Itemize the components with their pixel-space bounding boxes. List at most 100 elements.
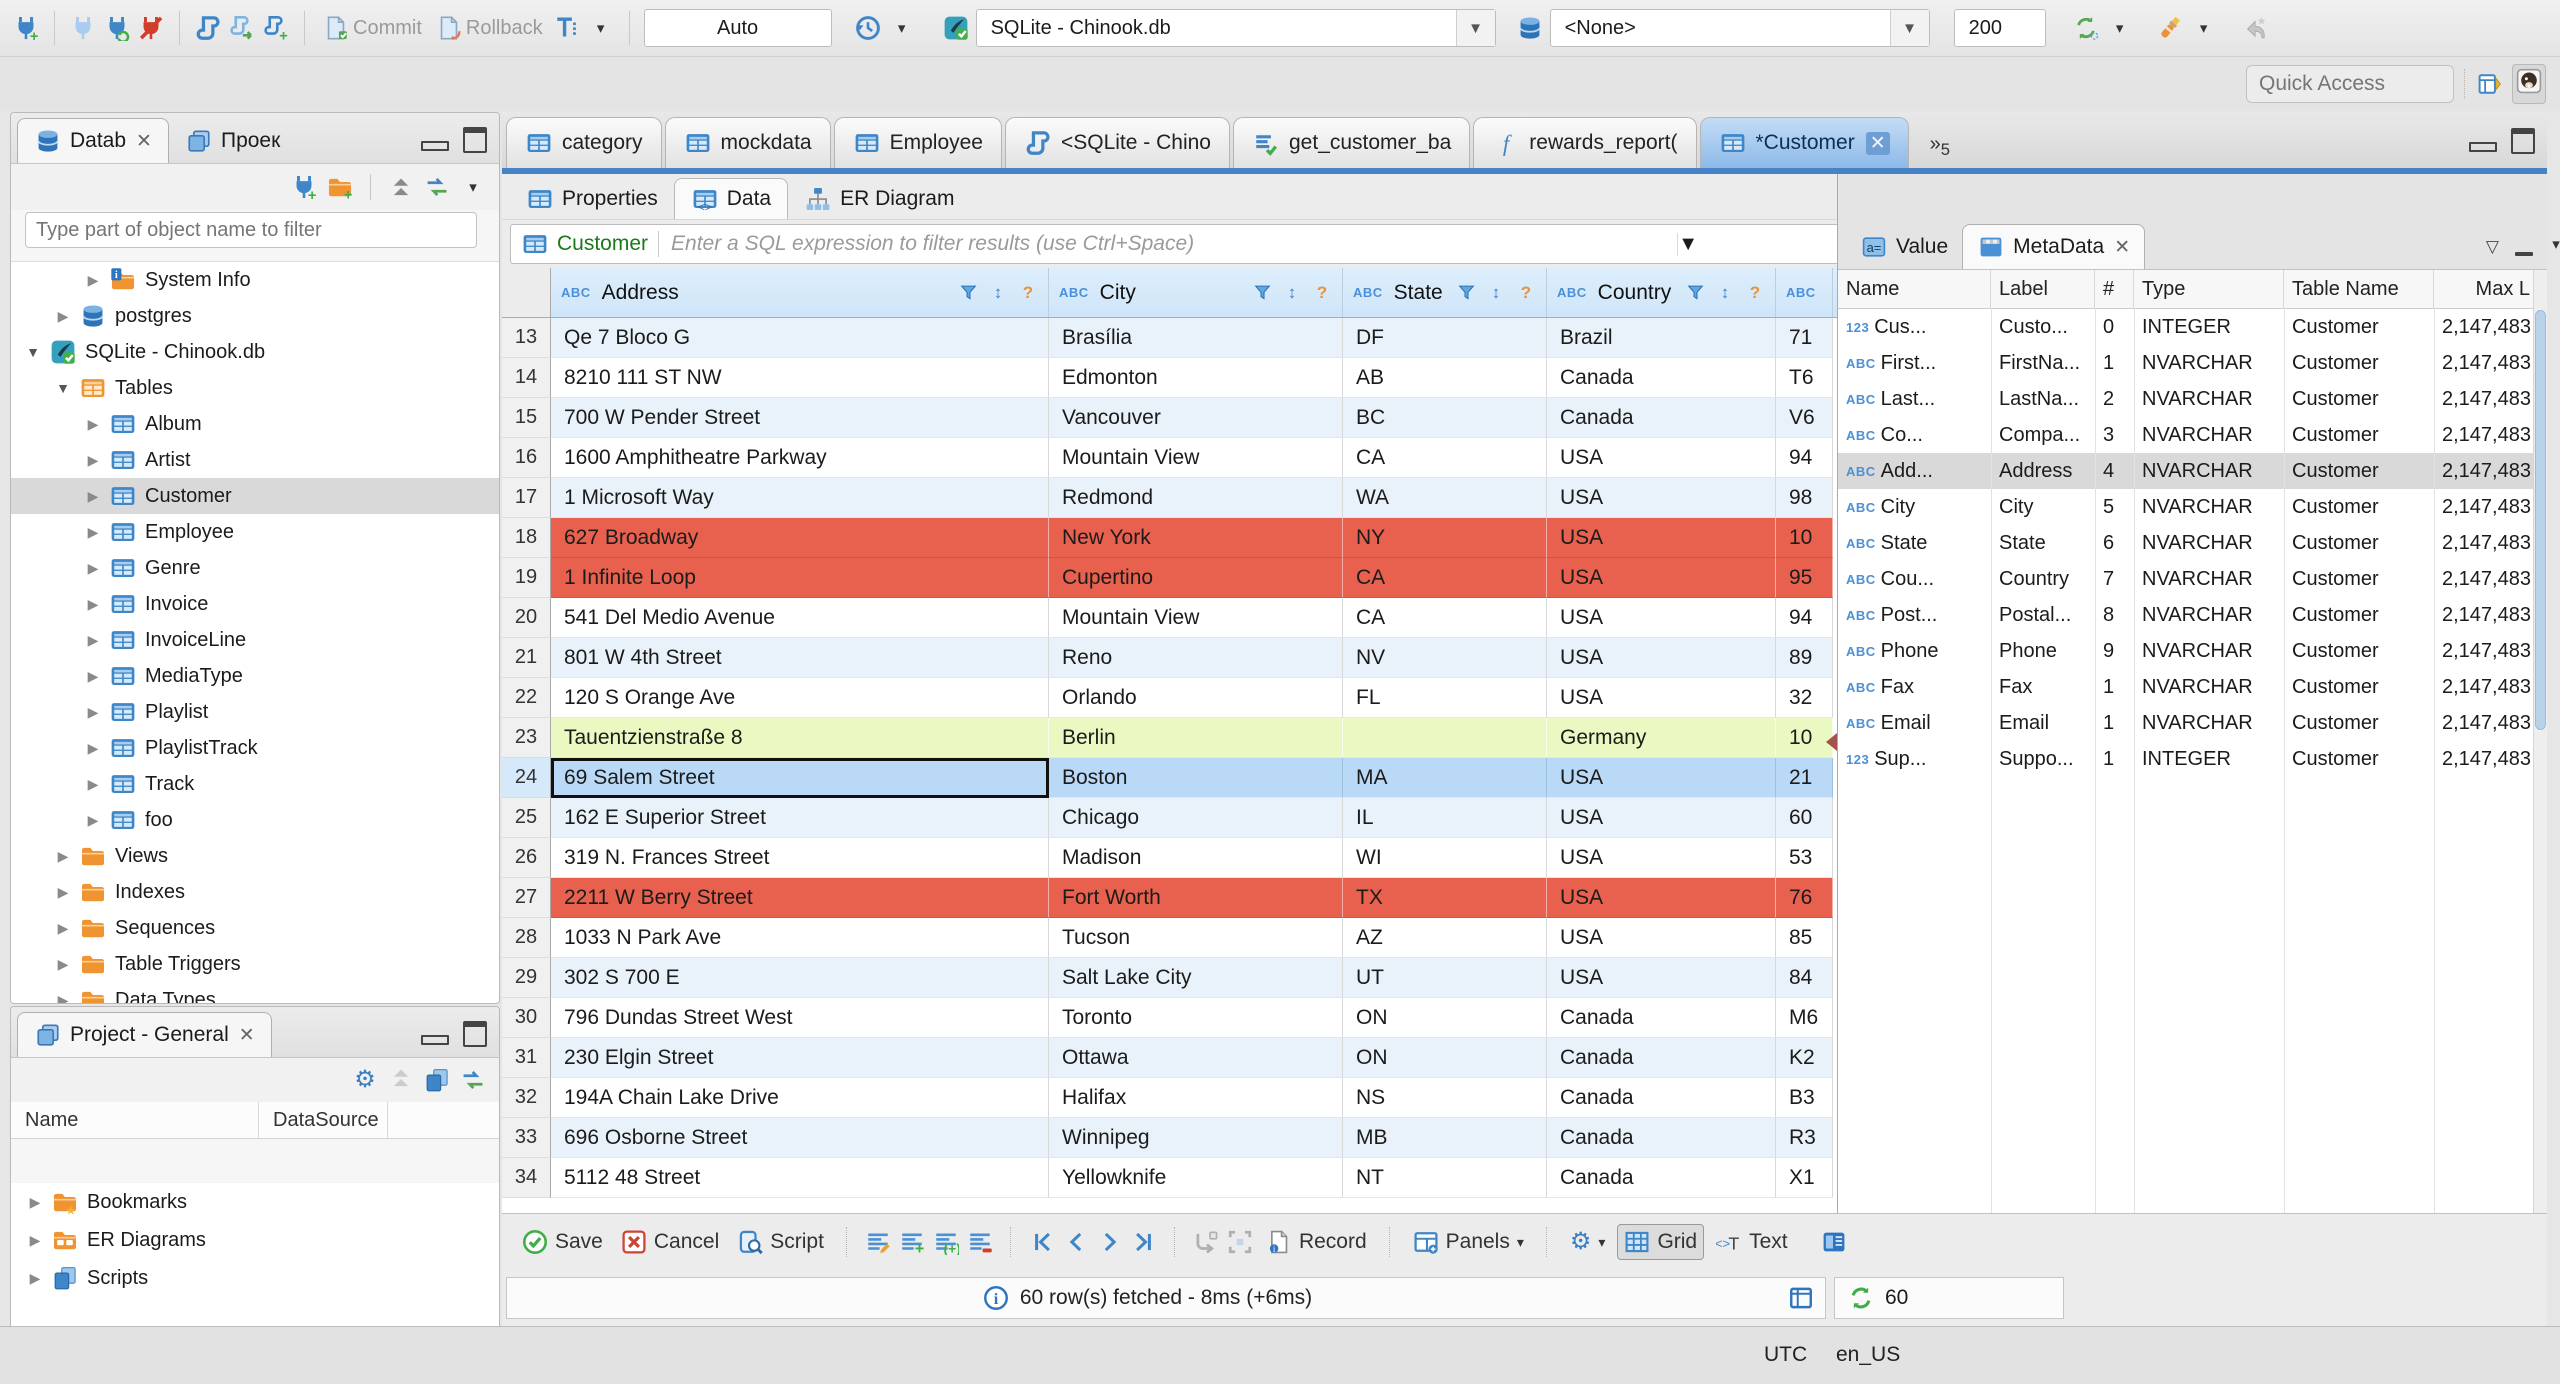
editor-tab-mockdata[interactable]: mockdata — [664, 117, 831, 168]
column-header-name[interactable]: Name — [11, 1102, 259, 1138]
transaction-mode-button[interactable] — [553, 14, 581, 42]
grid-cell[interactable]: USA — [1547, 918, 1776, 958]
grid-cell[interactable]: X1 — [1776, 1158, 1833, 1198]
grid-view-button[interactable]: Grid — [1617, 1224, 1705, 1260]
tree-item-employee[interactable]: ▶ Employee — [11, 514, 499, 550]
editor-tab-employee[interactable]: Employee — [833, 117, 1002, 168]
tree-expander-icon[interactable]: ▶ — [85, 776, 101, 793]
row-number[interactable]: 17 — [502, 478, 551, 518]
grid-cell[interactable]: 84 — [1776, 958, 1833, 998]
grid-cell[interactable]: Canada — [1547, 398, 1776, 438]
row-number[interactable]: 32 — [502, 1078, 551, 1118]
tree-item-invoiceline[interactable]: ▶ InvoiceLine — [11, 622, 499, 658]
grid-cell[interactable]: 94 — [1776, 438, 1833, 478]
fetch-count-box[interactable]: 60 — [1834, 1277, 2064, 1319]
grid-cell[interactable]: 627 Broadway — [551, 518, 1049, 558]
grid-cell[interactable]: Tucson — [1049, 918, 1343, 958]
grid-cell[interactable]: 696 Osborne Street — [551, 1118, 1049, 1158]
open-perspective-button[interactable] — [2476, 70, 2504, 98]
grid-cell[interactable]: 1033 N Park Ave — [551, 918, 1049, 958]
grid-cell[interactable]: 10 — [1776, 518, 1833, 558]
metadata-row-country[interactable]: ABC Cou... Country 7 NVARCHAR Customer 2,147,4… — [1838, 561, 2547, 597]
new-folder-button[interactable]: + — [326, 173, 354, 201]
subtab-properties[interactable]: Properties — [510, 179, 674, 219]
search-metadata-button[interactable] — [2156, 14, 2184, 42]
grid-cell[interactable]: AZ — [1343, 918, 1547, 958]
tree-expander-icon[interactable]: ▶ — [27, 1270, 43, 1287]
grid-cell[interactable]: 2211 W Berry Street — [551, 878, 1049, 918]
scrollbar-thumb[interactable] — [2535, 310, 2546, 730]
fetch-size-input[interactable]: 200 — [1953, 9, 2046, 47]
tree-item-table-triggers[interactable]: ▶ Table Triggers — [11, 946, 499, 982]
toggle-panel-button[interactable] — [1820, 1228, 1848, 1256]
grid-cell[interactable]: 10 — [1776, 718, 1833, 758]
grid-cell[interactable]: 98 — [1776, 478, 1833, 518]
tree-item-artist[interactable]: ▶ Artist — [11, 442, 499, 478]
grid-cell[interactable]: Toronto — [1049, 998, 1343, 1038]
connect-button[interactable] — [69, 14, 97, 42]
maximize-editor-button[interactable] — [2511, 128, 2535, 154]
grid-cell[interactable]: Canada — [1547, 1078, 1776, 1118]
commit-mode-select[interactable]: Auto — [643, 9, 832, 47]
tree-item-playlist[interactable]: ▶ Playlist — [11, 694, 499, 730]
grid-corner-cell[interactable] — [502, 268, 551, 317]
tree-item-data-types[interactable]: ▶ Data Types — [11, 982, 499, 1003]
auto-sync-button[interactable] — [2072, 14, 2100, 42]
tree-expander-icon[interactable]: ▶ — [85, 740, 101, 757]
tree-item-system-info[interactable]: ▶ i System Info — [11, 262, 499, 298]
grid-cell[interactable]: 94 — [1776, 598, 1833, 638]
column-header-datasource[interactable]: DataSource — [259, 1102, 388, 1138]
tree-expander-icon[interactable]: ▶ — [85, 272, 101, 289]
row-number[interactable]: 23 — [502, 718, 551, 758]
grid-cell[interactable]: USA — [1547, 838, 1776, 878]
metadata-row-postal[interactable]: ABC Post... Postal... 8 NVARCHAR Customer 2,14… — [1838, 597, 2547, 633]
grid-cell[interactable]: Berlin — [1049, 718, 1343, 758]
minimize-editor-button[interactable] — [2469, 142, 2497, 152]
link-with-editor-button[interactable] — [423, 173, 451, 201]
editor-tab-customer[interactable]: *Customer ✕ — [1699, 117, 1909, 168]
tree-item-genre[interactable]: ▶ Genre — [11, 550, 499, 586]
tree-expander-icon[interactable]: ▶ — [27, 1194, 43, 1211]
grid-cell[interactable]: Fort Worth — [1049, 878, 1343, 918]
collapse-button[interactable] — [387, 1064, 415, 1092]
grid-cell[interactable]: 801 W 4th Street — [551, 638, 1049, 678]
grid-cell[interactable]: K2 — [1776, 1038, 1833, 1078]
open-sql-script-button[interactable] — [228, 14, 256, 42]
grid-cell[interactable]: Edmonton — [1049, 358, 1343, 398]
new-sql-editor-button[interactable]: + — [262, 14, 290, 42]
grid-cell[interactable]: Redmond — [1049, 478, 1343, 518]
row-number[interactable]: 18 — [502, 518, 551, 558]
grid-cell[interactable]: ON — [1343, 1038, 1547, 1078]
row-number[interactable]: 31 — [502, 1038, 551, 1078]
minimize-panel-button[interactable] — [421, 1035, 449, 1045]
next-row-button[interactable] — [1096, 1228, 1124, 1256]
metadata-scrollbar[interactable] — [2533, 270, 2547, 1213]
grid-cell[interactable]: MA — [1343, 758, 1547, 798]
grid-cell[interactable]: V6 — [1776, 398, 1833, 438]
metadata-row-fax[interactable]: ABC Fax Fax 1 NVARCHAR Customer 2,147,483 — [1838, 669, 2547, 705]
grid-cell[interactable]: UT — [1343, 958, 1547, 998]
minimize-panel-button[interactable] — [2515, 252, 2533, 256]
transaction-log-button[interactable] — [854, 14, 882, 42]
tree-expander-icon[interactable]: ▶ — [85, 560, 101, 577]
metadata-row-state[interactable]: ABC State State 6 NVARCHAR Customer 2,147,483 — [1838, 525, 2547, 561]
close-icon[interactable]: ✕ — [2114, 236, 2130, 259]
tree-item-postgres[interactable]: ▶ postgres — [11, 298, 499, 334]
grid-cell[interactable]: Halifax — [1049, 1078, 1343, 1118]
grid-cell[interactable]: Winnipeg — [1049, 1118, 1343, 1158]
grid-cell[interactable]: USA — [1547, 598, 1776, 638]
grid-cell[interactable]: Reno — [1049, 638, 1343, 678]
row-number[interactable]: 26 — [502, 838, 551, 878]
text-view-button[interactable]: <> T Text — [1710, 1225, 1794, 1259]
row-number[interactable]: 16 — [502, 438, 551, 478]
column-header-address[interactable]: ABC Address ↕? — [551, 268, 1049, 317]
grid-cell[interactable]: Boston — [1049, 758, 1343, 798]
row-number[interactable]: 29 — [502, 958, 551, 998]
grid-cell[interactable]: Canada — [1547, 998, 1776, 1038]
grid-cell[interactable]: 60 — [1776, 798, 1833, 838]
new-connection-button[interactable]: + — [12, 14, 40, 42]
column-header-item[interactable]: # — [2095, 270, 2134, 308]
delete-row-button[interactable] — [966, 1228, 994, 1256]
tree-item-views[interactable]: ▶ Views — [11, 838, 499, 874]
focus-row-button[interactable] — [1226, 1228, 1254, 1256]
